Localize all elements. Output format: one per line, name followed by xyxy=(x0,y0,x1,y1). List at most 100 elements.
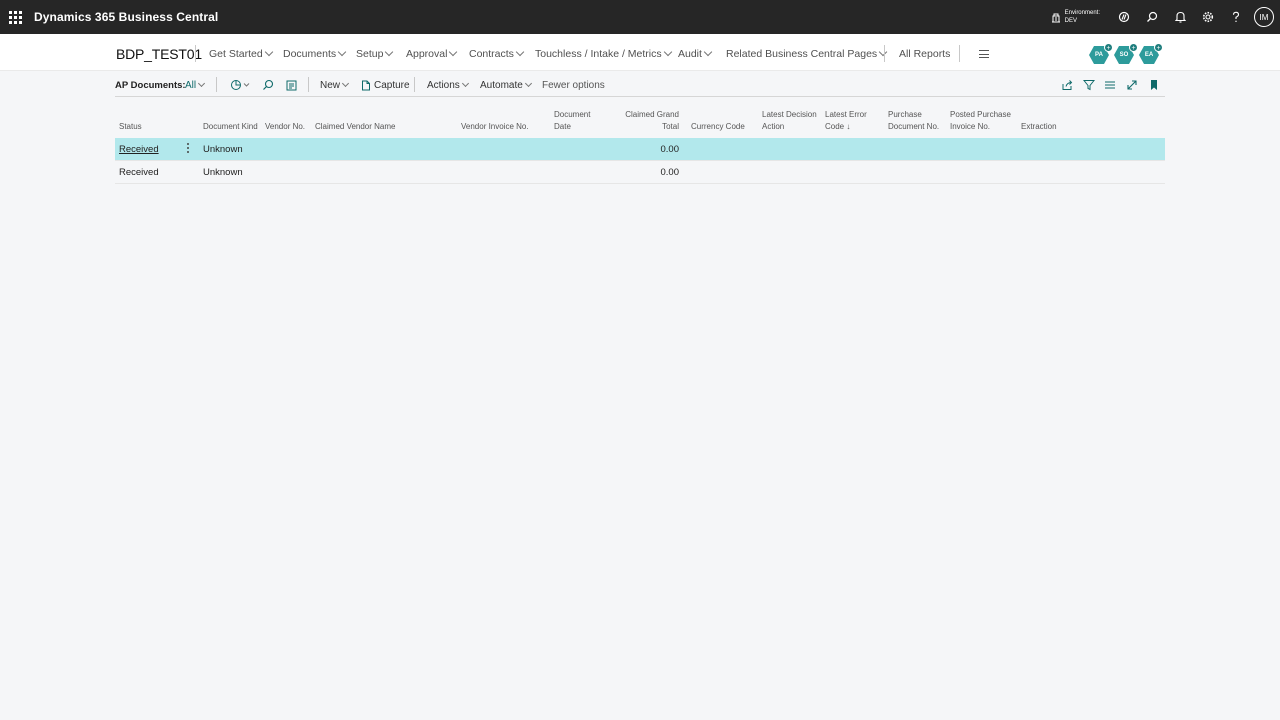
company-name[interactable]: BDP_TEST01 xyxy=(116,46,202,62)
list-view-button[interactable] xyxy=(1102,77,1118,93)
claimed-grand-total-cell: 0.00 xyxy=(660,144,680,155)
nav-setup[interactable]: Setup xyxy=(356,47,394,60)
role-bubble-so[interactable]: SO + xyxy=(1114,43,1138,64)
chevron-down-icon xyxy=(341,79,350,88)
analysis-mode-button[interactable] xyxy=(229,77,253,93)
view-selector[interactable]: All xyxy=(185,79,206,91)
share-icon xyxy=(1062,80,1073,90)
share-button[interactable] xyxy=(1059,77,1075,93)
row-actions-ellipsis-icon[interactable] xyxy=(187,143,191,155)
nav-approval[interactable]: Approval xyxy=(406,47,458,60)
capture-button[interactable]: Capture xyxy=(361,80,410,91)
column-header-status[interactable]: Status xyxy=(119,121,142,133)
notifications-bell-icon[interactable] xyxy=(1166,0,1194,34)
chevron-down-icon xyxy=(515,47,525,57)
column-header-vendor-invoice-no[interactable]: Vendor Invoice No. xyxy=(461,121,529,133)
nav-contracts[interactable]: Contracts xyxy=(469,47,525,60)
ap-documents-table: Status Document Kind Vendor No. Claimed … xyxy=(115,104,1165,184)
environment-label: Environment: xyxy=(1064,10,1100,16)
chevron-down-icon xyxy=(524,79,532,88)
bookmark-button[interactable] xyxy=(1146,77,1162,93)
claimed-grand-total-cell: 0.00 xyxy=(660,167,680,178)
column-header-line: Posted Purchase xyxy=(950,110,1011,119)
search-icon xyxy=(263,79,274,90)
analysis-icon xyxy=(231,80,250,90)
user-avatar[interactable]: IM xyxy=(1254,7,1274,27)
column-header-vendor-no[interactable]: Vendor No. xyxy=(265,121,305,133)
nav-separator xyxy=(959,45,960,62)
filter-button[interactable] xyxy=(1081,77,1097,93)
plus-icon: + xyxy=(1129,43,1138,52)
fewer-options-button[interactable]: Fewer options xyxy=(542,80,605,91)
actions-menu[interactable]: Actions xyxy=(427,79,469,91)
search-icon[interactable] xyxy=(1138,0,1166,34)
chevron-down-icon xyxy=(449,47,458,57)
chevron-down-icon xyxy=(337,47,347,57)
column-header-line: Invoice No. xyxy=(950,122,991,131)
nav-all-reports[interactable]: All Reports xyxy=(899,48,950,60)
column-header-line: Purchase xyxy=(888,110,922,119)
search-button[interactable] xyxy=(260,77,276,93)
expand-icon xyxy=(1127,80,1137,90)
nav-related-pages[interactable]: Related Business Central Pages xyxy=(726,47,888,60)
role-bubble-pa[interactable]: PA + xyxy=(1089,43,1113,64)
list-view-icon xyxy=(1105,81,1115,89)
new-button-label: New xyxy=(320,80,341,91)
environment-icon xyxy=(1051,13,1060,22)
column-header-line: Total xyxy=(662,122,679,131)
role-bubble-ea[interactable]: EA + xyxy=(1139,43,1163,64)
table-row[interactable]: Received Unknown 0.00 xyxy=(115,138,1165,161)
column-header-purchase-document-no[interactable]: Purchase Document No. xyxy=(888,109,939,133)
column-header-document-kind[interactable]: Document Kind xyxy=(203,121,258,133)
copilot-icon[interactable] xyxy=(1110,0,1138,34)
status-cell[interactable]: Received xyxy=(119,167,159,178)
column-header-latest-decision-action[interactable]: Latest Decision Action xyxy=(762,109,817,133)
column-header-posted-purchase-invoice-no[interactable]: Posted Purchase Invoice No. xyxy=(950,109,1011,133)
status-link[interactable]: Received xyxy=(119,144,159,155)
capture-button-label: Capture xyxy=(374,80,410,91)
column-header-currency-code[interactable]: Currency Code xyxy=(691,121,745,133)
table-row[interactable]: Received Unknown 0.00 xyxy=(115,161,1165,184)
edit-list-button[interactable] xyxy=(283,77,299,93)
environment-value: DEV xyxy=(1064,18,1077,24)
nav-touchless-intake-metrics[interactable]: Touchless / Intake / Metrics xyxy=(535,47,672,60)
column-header-claimed-grand-total[interactable]: Claimed Grand Total xyxy=(615,109,679,133)
hamburger-menu-icon[interactable] xyxy=(979,50,989,61)
column-header-document-date[interactable]: Document Date xyxy=(554,109,590,133)
app-title[interactable]: Dynamics 365 Business Central xyxy=(34,10,218,24)
nav-setup-label: Setup xyxy=(356,48,384,60)
app-launcher-icon[interactable] xyxy=(1,0,29,34)
settings-gear-icon[interactable] xyxy=(1194,0,1222,34)
page-title: AP Documents: xyxy=(115,80,186,91)
column-header-line: Claimed Grand xyxy=(625,110,679,119)
nav-related-label: Related Business Central Pages xyxy=(726,48,878,60)
nav-documents-label: Documents xyxy=(283,48,337,60)
nav-contracts-label: Contracts xyxy=(469,48,514,60)
expand-button[interactable] xyxy=(1124,77,1140,93)
help-icon[interactable] xyxy=(1222,0,1250,34)
document-kind-cell: Unknown xyxy=(203,144,243,155)
environment-indicator[interactable]: Environment: DEV xyxy=(1051,9,1100,25)
nav-get-started[interactable]: Get Started xyxy=(209,47,273,60)
column-header-line: Action xyxy=(762,122,785,131)
action-separator xyxy=(216,77,217,92)
filter-icon xyxy=(1083,80,1095,91)
top-bar: Dynamics 365 Business Central Environmen… xyxy=(0,0,1280,34)
actions-menu-label: Actions xyxy=(427,80,460,91)
column-header-extraction[interactable]: Extraction xyxy=(1021,121,1057,133)
column-header-line: Latest Decision xyxy=(762,110,817,119)
chevron-down-icon xyxy=(663,47,672,57)
nav-documents[interactable]: Documents xyxy=(283,47,347,60)
nav-approval-label: Approval xyxy=(406,48,448,60)
column-header-line: Latest Error xyxy=(825,110,867,119)
nav-audit[interactable]: Audit xyxy=(678,47,713,60)
column-header-latest-error-code[interactable]: Latest Error Code ↓ xyxy=(825,109,867,133)
edit-list-icon xyxy=(286,80,296,90)
new-button[interactable]: New xyxy=(320,79,350,91)
automate-menu[interactable]: Automate xyxy=(480,79,532,91)
nav-audit-label: Audit xyxy=(678,48,702,60)
column-header-line: Document No. xyxy=(888,122,940,131)
nav-separator xyxy=(195,45,196,62)
chevron-down-icon xyxy=(461,79,469,88)
column-header-claimed-vendor-name[interactable]: Claimed Vendor Name xyxy=(315,121,395,133)
